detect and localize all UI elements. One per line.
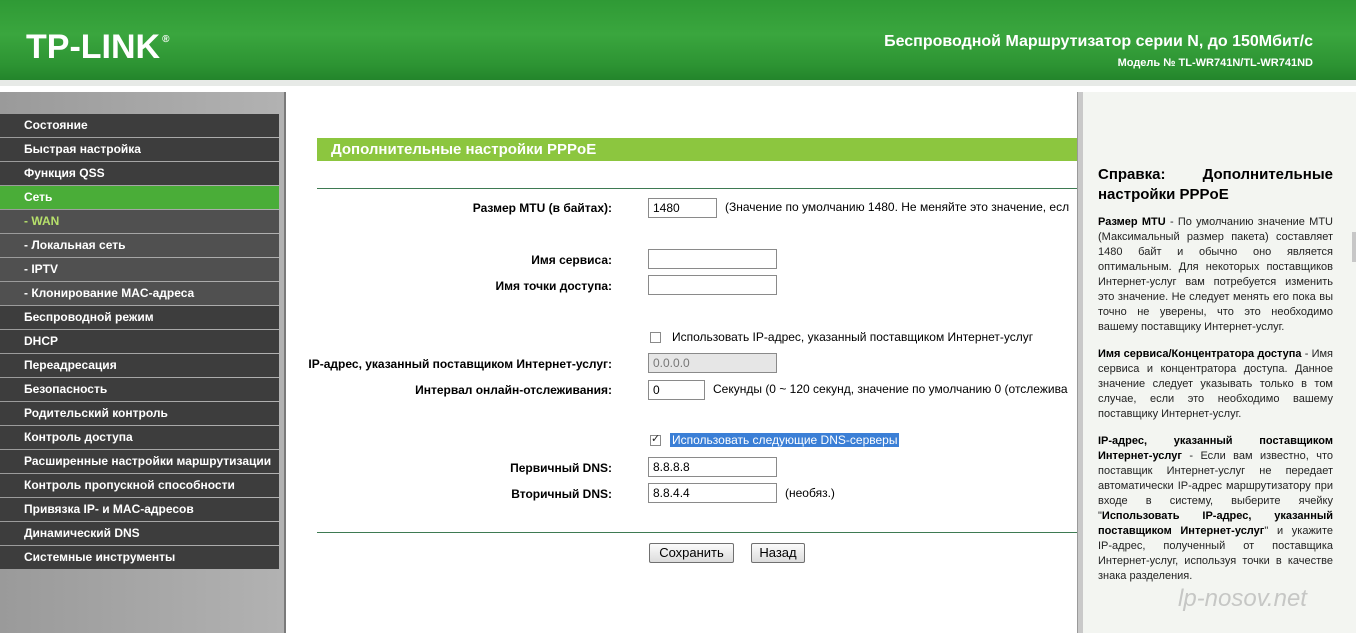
echo-interval-note: Секунды (0 ~ 120 секунд, значение по умо… <box>713 382 1068 396</box>
sidebar-item-wan[interactable]: - WAN <box>0 210 279 233</box>
model-number: Модель № TL-WR741N/TL-WR741ND <box>1117 57 1313 69</box>
primary-dns-input[interactable]: 8.8.8.8 <box>648 457 777 477</box>
use-dns-label: Использовать следующие DNS-серверы <box>670 433 900 447</box>
help-service-name: Имя сервиса/Концентратора доступа - Имя … <box>1098 348 1333 420</box>
isp-ip-input[interactable]: 0.0.0.0 <box>648 353 777 373</box>
sidebar-item-ip-mac-binding[interactable]: Привязка IP- и MAC-адресов <box>0 498 279 521</box>
access-point-label: Имя точки доступа: <box>495 279 612 293</box>
primary-dns-label: Первичный DNS: <box>510 461 612 475</box>
service-name-input[interactable] <box>648 249 777 269</box>
sidebar-item-mac-clone[interactable]: - Клонирование MAC-адреса <box>0 282 279 305</box>
mtu-label: Размер MTU (в байтах): <box>472 201 612 215</box>
use-dns-checkbox[interactable] <box>650 432 661 446</box>
mtu-note: (Значение по умолчанию 1480. Не меняйте … <box>725 200 1070 214</box>
watermark: lp-nosov.net <box>1178 585 1307 612</box>
header-banner: TP-LINK ® Беспроводной Маршрутизатор сери… <box>0 0 1356 86</box>
sidebar-item-qss[interactable]: Функция QSS <box>0 162 279 185</box>
sidebar-item-system-tools[interactable]: Системные инструменты <box>0 546 279 569</box>
secondary-dns-input[interactable]: 8.8.4.4 <box>648 483 777 503</box>
sidebar-item-parental-control[interactable]: Родительский контроль <box>0 402 279 425</box>
sidebar-item-status[interactable]: Состояние <box>0 114 279 137</box>
access-point-input[interactable] <box>648 275 777 295</box>
help-content: Справка: Дополнительные настройки PPPoE … <box>1098 165 1333 596</box>
product-title: Беспроводной Маршрутизатор серии N, до 1… <box>884 33 1313 50</box>
sidebar-item-bandwidth-control[interactable]: Контроль пропускной способности <box>0 474 279 497</box>
sidebar-item-security[interactable]: Безопасность <box>0 378 279 401</box>
tp-link-logo: TP-LINK ® <box>26 28 170 66</box>
sidebar-item-quick-setup[interactable]: Быстрая настройка <box>0 138 279 161</box>
sidebar: Состояние Быстрая настройка Функция QSS … <box>0 92 284 633</box>
bottom-divider <box>317 532 1078 533</box>
back-button[interactable]: Назад <box>751 543 805 563</box>
help-panel: Справка: Дополнительные настройки PPPoE … <box>1083 92 1356 633</box>
sidebar-item-dhcp[interactable]: DHCP <box>0 330 279 353</box>
echo-interval-label: Интервал онлайн-отслеживания: <box>415 383 612 397</box>
sidebar-item-wireless[interactable]: Беспроводной режим <box>0 306 279 329</box>
isp-ip-label: IP-адрес, указанный поставщиком Интернет… <box>308 357 612 371</box>
sidebar-item-lan[interactable]: - Локальная сеть <box>0 234 279 257</box>
echo-interval-input[interactable]: 0 <box>648 380 705 400</box>
top-divider <box>317 188 1078 189</box>
mtu-input[interactable]: 1480 <box>648 198 717 218</box>
help-isp-ip: IP-адрес, указанный поставщиком Интернет… <box>1098 435 1333 582</box>
use-isp-ip-label: Использовать IP-адрес, указанный поставщ… <box>672 330 1034 344</box>
use-isp-ip-checkbox[interactable] <box>650 332 661 343</box>
help-scroll-edge <box>1352 232 1356 262</box>
sidebar-item-iptv[interactable]: - IPTV <box>0 258 279 281</box>
service-name-label: Имя сервиса: <box>531 253 612 267</box>
sidebar-item-network[interactable]: Сеть <box>0 186 279 209</box>
page-title: Дополнительные настройки PPPoE <box>317 138 1078 161</box>
help-title: Справка: Дополнительные настройки PPPoE <box>1098 166 1333 203</box>
secondary-dns-label: Вторичный DNS: <box>511 487 612 501</box>
header-band <box>0 80 1356 86</box>
sidebar-menu: Состояние Быстрая настройка Функция QSS … <box>0 114 279 570</box>
secondary-dns-note: (необяз.) <box>785 486 835 500</box>
sidebar-item-ddns[interactable]: Динамический DNS <box>0 522 279 545</box>
sidebar-item-advanced-routing[interactable]: Расширенные настройки маршрутизации <box>0 450 279 473</box>
sidebar-item-access-control[interactable]: Контроль доступа <box>0 426 279 449</box>
sidebar-item-forwarding[interactable]: Переадресация <box>0 354 279 377</box>
help-mtu: Размер MTU - По умолчанию значение MTU (… <box>1098 216 1333 333</box>
main-content: Дополнительные настройки PPPoE Размер MT… <box>286 92 1078 633</box>
save-button[interactable]: Сохранить <box>649 543 734 563</box>
